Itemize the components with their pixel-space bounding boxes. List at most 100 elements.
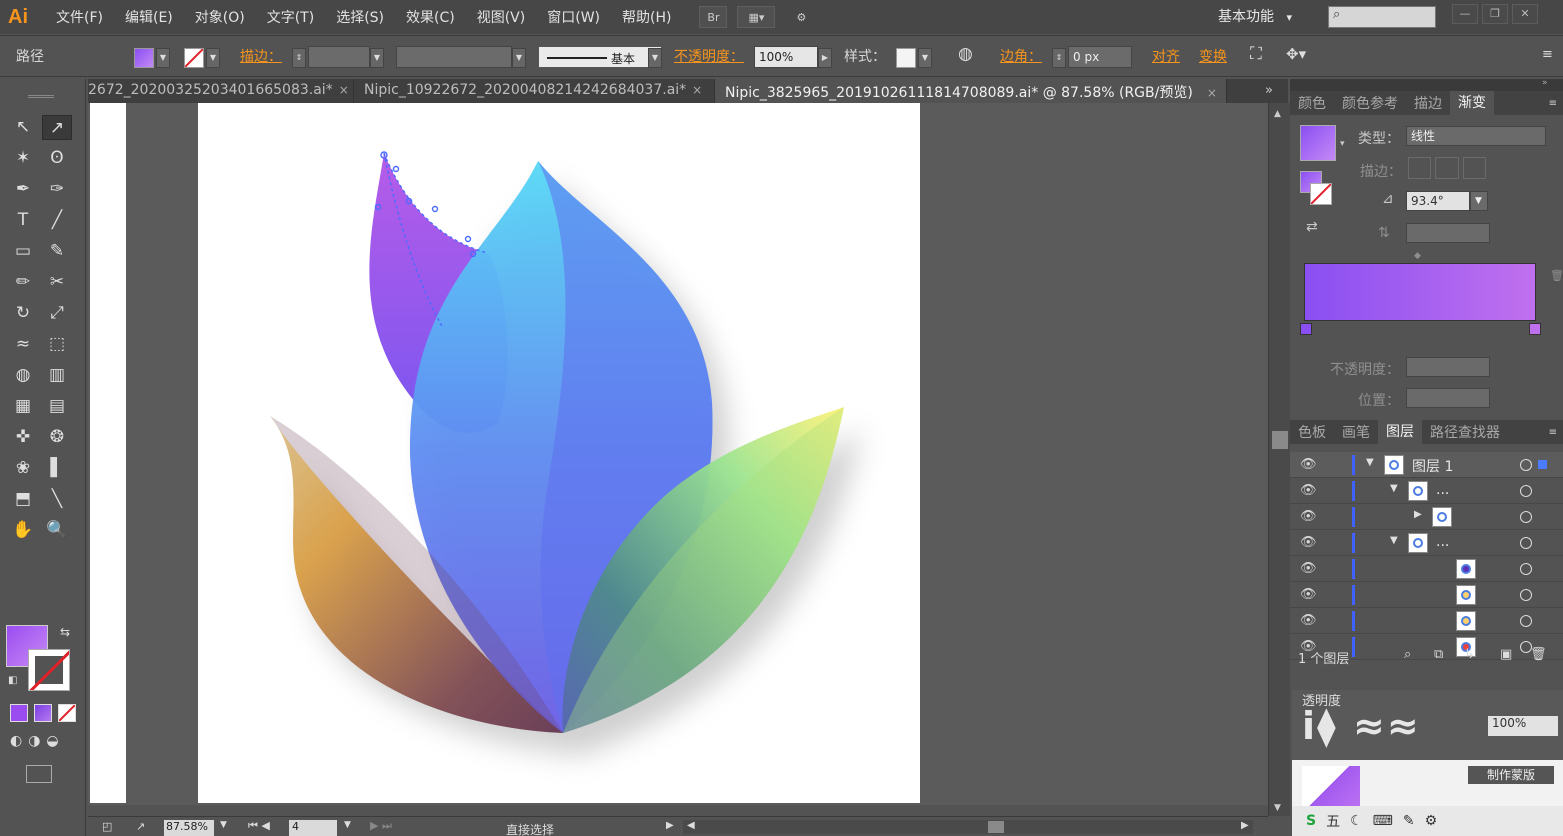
fill-dropdown[interactable]: ▼ xyxy=(156,48,170,68)
ime-moon-icon[interactable]: ☾ xyxy=(1350,813,1363,829)
ime-settings-icon[interactable]: ✎ xyxy=(1403,813,1415,829)
layer-row[interactable]: 👁 ▼... xyxy=(1290,530,1563,556)
clipping-mask-icon[interactable]: ⧉ xyxy=(1434,647,1443,662)
transform-link[interactable]: 变换 xyxy=(1199,46,1227,66)
brush-definition[interactable]: 基本 xyxy=(538,46,662,68)
lotus-artwork[interactable] xyxy=(198,103,920,803)
gradient-stop-end[interactable] xyxy=(1529,323,1541,335)
gradient-tab-0[interactable]: 颜色 xyxy=(1290,93,1334,113)
isolate-icon[interactable]: ⛶ xyxy=(1250,44,1262,64)
slice-icon[interactable]: ╲ xyxy=(42,487,72,512)
shape-builder-icon[interactable]: ◍ xyxy=(8,363,38,388)
align-link[interactable]: 对齐 xyxy=(1152,46,1180,66)
profile-dropdown[interactable]: ▼ xyxy=(512,48,526,68)
layer-row[interactable]: 👁 xyxy=(1290,608,1563,634)
rotate-icon[interactable]: ↻ xyxy=(8,301,38,326)
gradient-across-stroke-icon[interactable] xyxy=(1462,157,1486,179)
angle-dropdown[interactable]: ▼ xyxy=(1470,191,1488,211)
layer-row[interactable]: 👁 xyxy=(1290,582,1563,608)
hand-icon[interactable]: ✋ xyxy=(8,518,38,543)
artboard-dropdown[interactable]: ▼ xyxy=(344,820,351,830)
hscroll-thumb[interactable] xyxy=(988,821,1004,833)
gradient-preview[interactable] xyxy=(1300,125,1336,161)
opacity-dropdown[interactable]: ▶ xyxy=(818,48,832,68)
layers-tab-0[interactable]: 色板 xyxy=(1290,422,1334,442)
fill-swatch[interactable] xyxy=(134,48,154,68)
graphic-style-swatch[interactable] xyxy=(896,48,916,68)
transform-each-icon[interactable]: ✥▾ xyxy=(1286,45,1306,63)
layer-row[interactable]: 👁 xyxy=(1290,556,1563,582)
ime-keyboard-icon[interactable]: ⌨ xyxy=(1373,813,1393,829)
paintbrush-icon[interactable]: ✎ xyxy=(42,239,72,264)
scissors-icon[interactable]: ✂ xyxy=(42,270,72,295)
visibility-eye-icon[interactable]: 👁 xyxy=(1300,509,1320,525)
delete-stop-icon[interactable]: 🗑 xyxy=(1550,269,1563,282)
artboard-icon[interactable]: ⬒ xyxy=(8,487,38,512)
panel-menu-icon[interactable]: ≡ xyxy=(1542,47,1553,62)
menu-item-5[interactable]: 效果(C) xyxy=(406,7,455,27)
layers-tab-2[interactable]: 图层 xyxy=(1378,420,1422,444)
expand-down-icon[interactable]: ▼ xyxy=(1366,457,1374,468)
gradient-stop-start[interactable] xyxy=(1300,323,1312,335)
style-dropdown[interactable]: ▼ xyxy=(918,48,932,68)
menu-item-8[interactable]: 帮助(H) xyxy=(622,7,671,27)
magic-wand-icon[interactable]: ✶ xyxy=(8,146,38,171)
panel-menu-icon[interactable]: ≡ xyxy=(1549,98,1563,109)
opacity-link[interactable]: 不透明度： xyxy=(674,46,744,66)
target-circle-icon[interactable] xyxy=(1520,459,1532,471)
visibility-eye-icon[interactable]: 👁 xyxy=(1300,457,1320,473)
curvature-icon[interactable]: ✑ xyxy=(42,177,72,202)
visibility-eye-icon[interactable]: 👁 xyxy=(1300,587,1320,603)
menu-item-4[interactable]: 选择(S) xyxy=(336,7,384,27)
swap-fill-stroke-icon[interactable]: ⇆ xyxy=(60,625,70,639)
new-sublayer-icon[interactable]: ↳ xyxy=(1464,647,1475,662)
stroke-color-box[interactable] xyxy=(28,649,70,691)
free-transform-icon[interactable]: ⬚ xyxy=(42,332,72,357)
first-artboard-icon[interactable]: ⏮ ◀ xyxy=(248,819,270,833)
close-tab-icon[interactable]: × xyxy=(1207,86,1217,100)
lasso-icon[interactable]: ʘ xyxy=(42,146,72,171)
rectangle-icon[interactable]: ▭ xyxy=(8,239,38,264)
blend-icon[interactable]: ❂ xyxy=(42,425,72,450)
artboard-number-field[interactable]: 4 xyxy=(289,820,337,836)
stroke-weight-dropdown[interactable]: ▼ xyxy=(370,48,384,68)
symbol-sprayer-icon[interactable]: ❀ xyxy=(8,456,38,481)
new-layer-icon[interactable]: ▣ xyxy=(1500,647,1512,662)
pen-icon[interactable]: ✒ xyxy=(8,177,38,202)
stroke-weight-field[interactable] xyxy=(308,46,370,68)
expand-right-icon[interactable]: ▶ xyxy=(1414,509,1422,520)
aspect-ratio-field[interactable] xyxy=(1406,223,1490,243)
scroll-down-icon[interactable]: ▼ xyxy=(1274,803,1281,813)
corner-radius-field[interactable]: 0 px xyxy=(1068,46,1132,68)
chevron-down-icon[interactable]: ▾ xyxy=(1340,139,1345,149)
target-circle-icon[interactable] xyxy=(1520,563,1532,575)
restore-icon[interactable]: ❐ xyxy=(1482,4,1508,24)
expand-down-icon[interactable]: ▼ xyxy=(1390,483,1398,494)
target-circle-icon[interactable] xyxy=(1520,537,1532,549)
workspace-switcher[interactable]: 基本功能 ▾ xyxy=(1218,6,1292,26)
layer-row[interactable]: 👁 ▼ 图层 1 xyxy=(1290,452,1563,478)
color-mode-icon[interactable] xyxy=(10,704,28,722)
expand-down-icon[interactable]: ▼ xyxy=(1390,535,1398,546)
width-icon[interactable]: ≈ xyxy=(8,332,38,357)
corner-link[interactable]: 边角： xyxy=(1000,46,1042,66)
variable-width-profile[interactable] xyxy=(396,46,512,68)
target-circle-icon[interactable] xyxy=(1520,589,1532,601)
arrange-documents-icon[interactable]: ▦▾ xyxy=(737,6,776,28)
none-mode-icon[interactable] xyxy=(58,704,76,722)
menu-item-0[interactable]: 文件(F) xyxy=(56,7,103,27)
gpu-performance-icon[interactable]: ⚙ xyxy=(785,6,817,28)
stroke-link[interactable]: 描边： xyxy=(240,46,282,66)
reverse-gradient-icon[interactable]: ⇄ xyxy=(1306,219,1318,235)
gradient-within-stroke-icon[interactable] xyxy=(1408,157,1432,179)
menu-item-1[interactable]: 编辑(E) xyxy=(125,7,173,27)
layers-tab-1[interactable]: 画笔 xyxy=(1334,422,1378,442)
drawing-modes-icon[interactable]: ◐◑◒ xyxy=(10,733,65,749)
menu-item-6[interactable]: 视图(V) xyxy=(477,7,526,27)
gradient-along-stroke-icon[interactable] xyxy=(1435,157,1459,179)
close-icon[interactable]: ✕ xyxy=(1512,4,1538,24)
next-artboard-icon[interactable]: ▶ ⏭ xyxy=(370,819,392,833)
scroll-left-icon[interactable]: ◀ xyxy=(687,820,695,831)
gradient-mode-icon[interactable] xyxy=(34,704,52,722)
angle-field[interactable]: 93.4° xyxy=(1406,191,1470,211)
